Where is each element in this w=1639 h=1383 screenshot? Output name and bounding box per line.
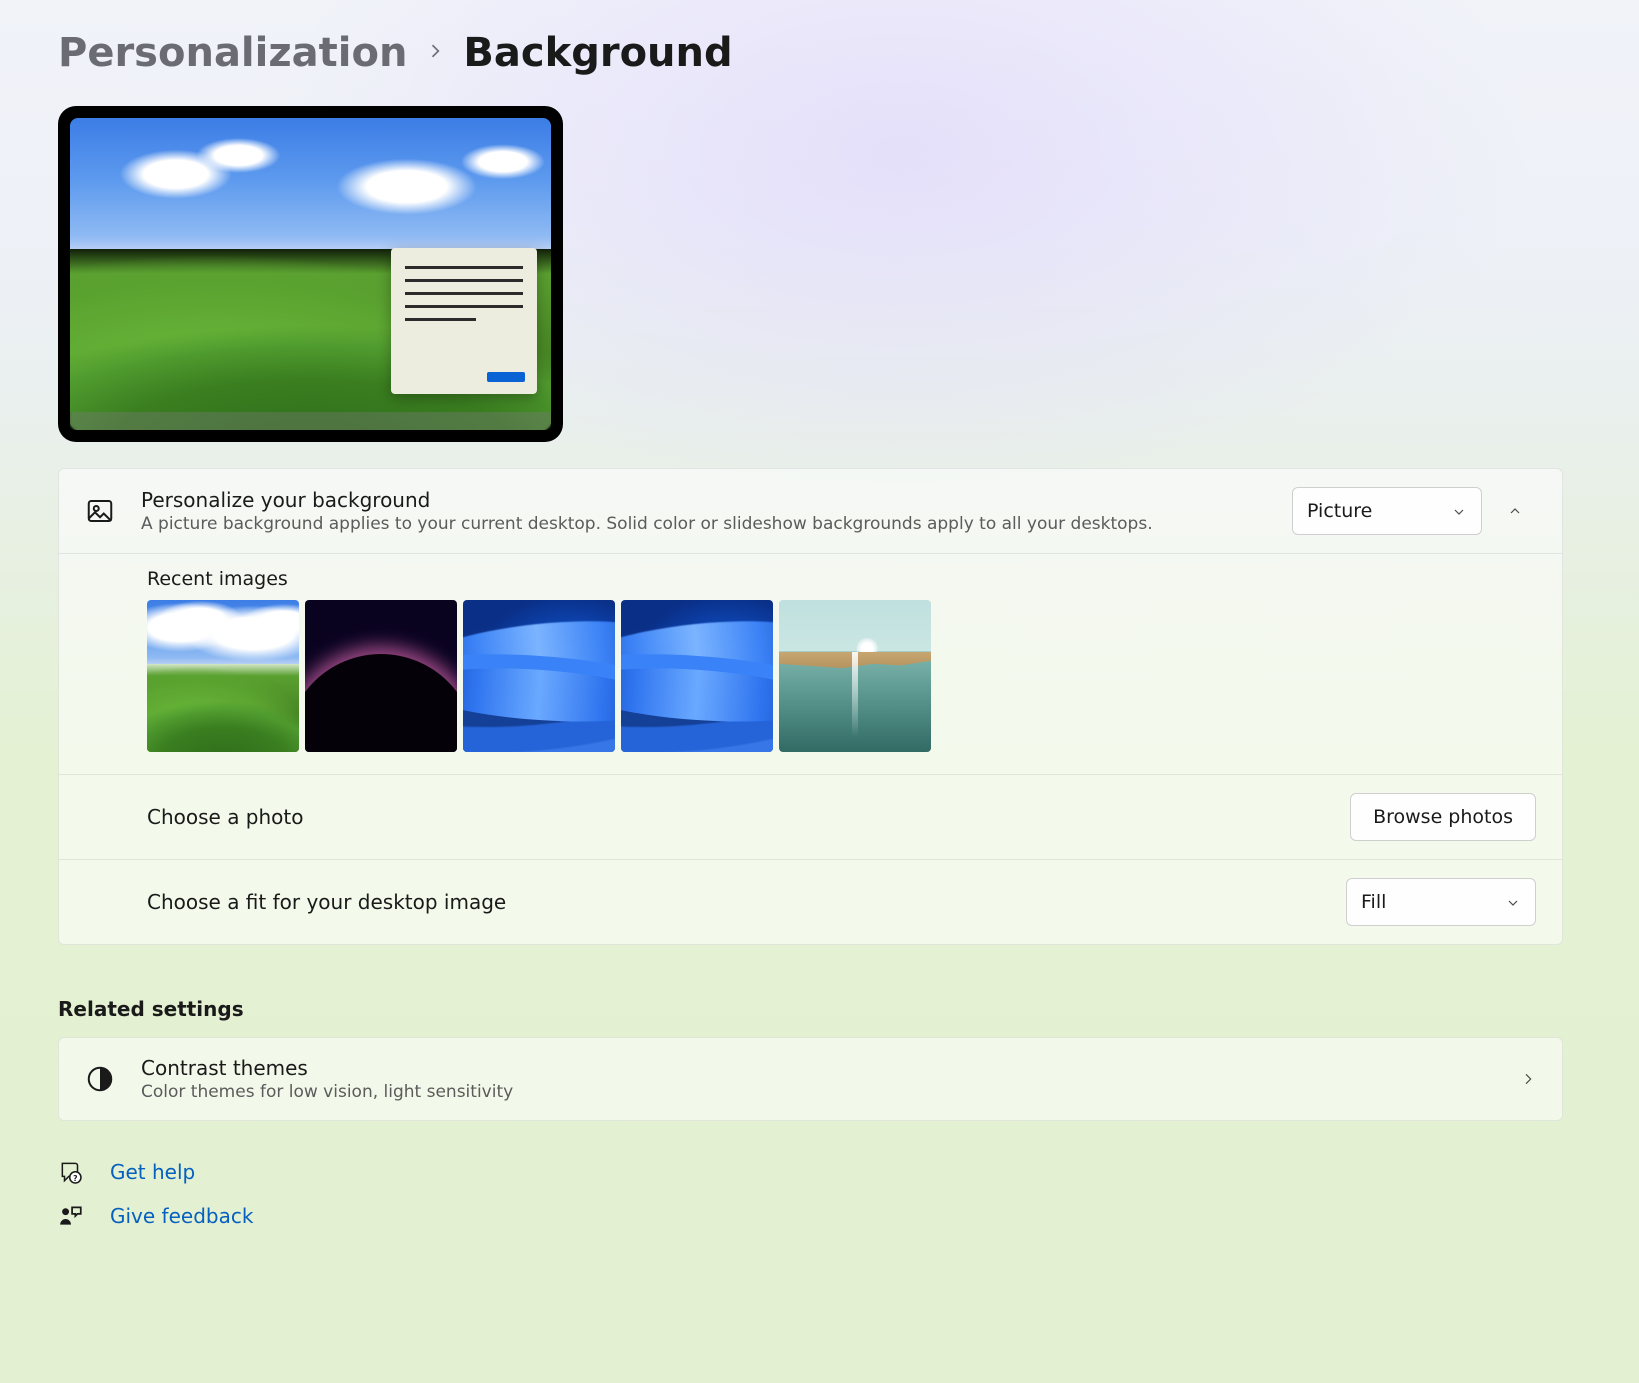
svg-text:?: ?	[73, 1174, 77, 1183]
get-help-link[interactable]: ? Get help	[58, 1159, 1609, 1185]
help-icon: ?	[58, 1159, 84, 1185]
chevron-down-icon	[1505, 894, 1521, 910]
personalize-row: Personalize your background A picture ba…	[59, 469, 1562, 554]
choose-fit-label: Choose a fit for your desktop image	[147, 890, 1346, 914]
background-type-value: Picture	[1307, 500, 1372, 522]
desktop-preview	[58, 106, 563, 442]
choose-fit-row: Choose a fit for your desktop image Fill	[59, 860, 1562, 944]
chevron-right-icon	[425, 41, 445, 65]
personalize-title: Personalize your background	[141, 488, 1292, 512]
chevron-down-icon	[1451, 503, 1467, 519]
recent-images-label: Recent images	[147, 568, 1536, 590]
personalize-description: A picture background applies to your cur…	[141, 514, 1292, 534]
recent-image-3[interactable]	[463, 600, 615, 752]
give-feedback-link[interactable]: Give feedback	[58, 1203, 1609, 1229]
feedback-icon	[58, 1203, 84, 1229]
breadcrumb: Personalization Background	[58, 30, 1609, 76]
recent-image-4[interactable]	[621, 600, 773, 752]
chevron-up-icon	[1507, 503, 1523, 519]
recent-images-section: Recent images	[59, 554, 1562, 775]
breadcrumb-parent[interactable]: Personalization	[58, 30, 407, 76]
choose-photo-label: Choose a photo	[147, 805, 1350, 829]
fit-select[interactable]: Fill	[1346, 878, 1536, 926]
give-feedback-label: Give feedback	[110, 1204, 253, 1228]
recent-image-2[interactable]	[305, 600, 457, 752]
preview-window	[391, 248, 537, 394]
chevron-right-icon	[1520, 1071, 1536, 1087]
picture-icon	[85, 496, 141, 526]
contrast-themes-card[interactable]: Contrast themes Color themes for low vis…	[58, 1037, 1563, 1121]
contrast-title: Contrast themes	[141, 1056, 1520, 1080]
background-settings-card: Personalize your background A picture ba…	[58, 468, 1563, 945]
preview-taskbar	[70, 412, 551, 430]
breadcrumb-current: Background	[463, 30, 732, 76]
background-type-select[interactable]: Picture	[1292, 487, 1482, 535]
recent-image-5[interactable]	[779, 600, 931, 752]
contrast-icon	[85, 1064, 141, 1094]
contrast-description: Color themes for low vision, light sensi…	[141, 1082, 1520, 1102]
fit-value: Fill	[1361, 891, 1386, 913]
get-help-label: Get help	[110, 1160, 195, 1184]
recent-image-1[interactable]	[147, 600, 299, 752]
collapse-toggle[interactable]	[1494, 488, 1536, 534]
browse-photos-button[interactable]: Browse photos	[1350, 793, 1536, 841]
recent-images-list	[147, 600, 1536, 752]
footer-links: ? Get help Give feedback	[58, 1159, 1609, 1229]
choose-photo-row: Choose a photo Browse photos	[59, 775, 1562, 860]
related-settings-heading: Related settings	[58, 997, 1609, 1021]
